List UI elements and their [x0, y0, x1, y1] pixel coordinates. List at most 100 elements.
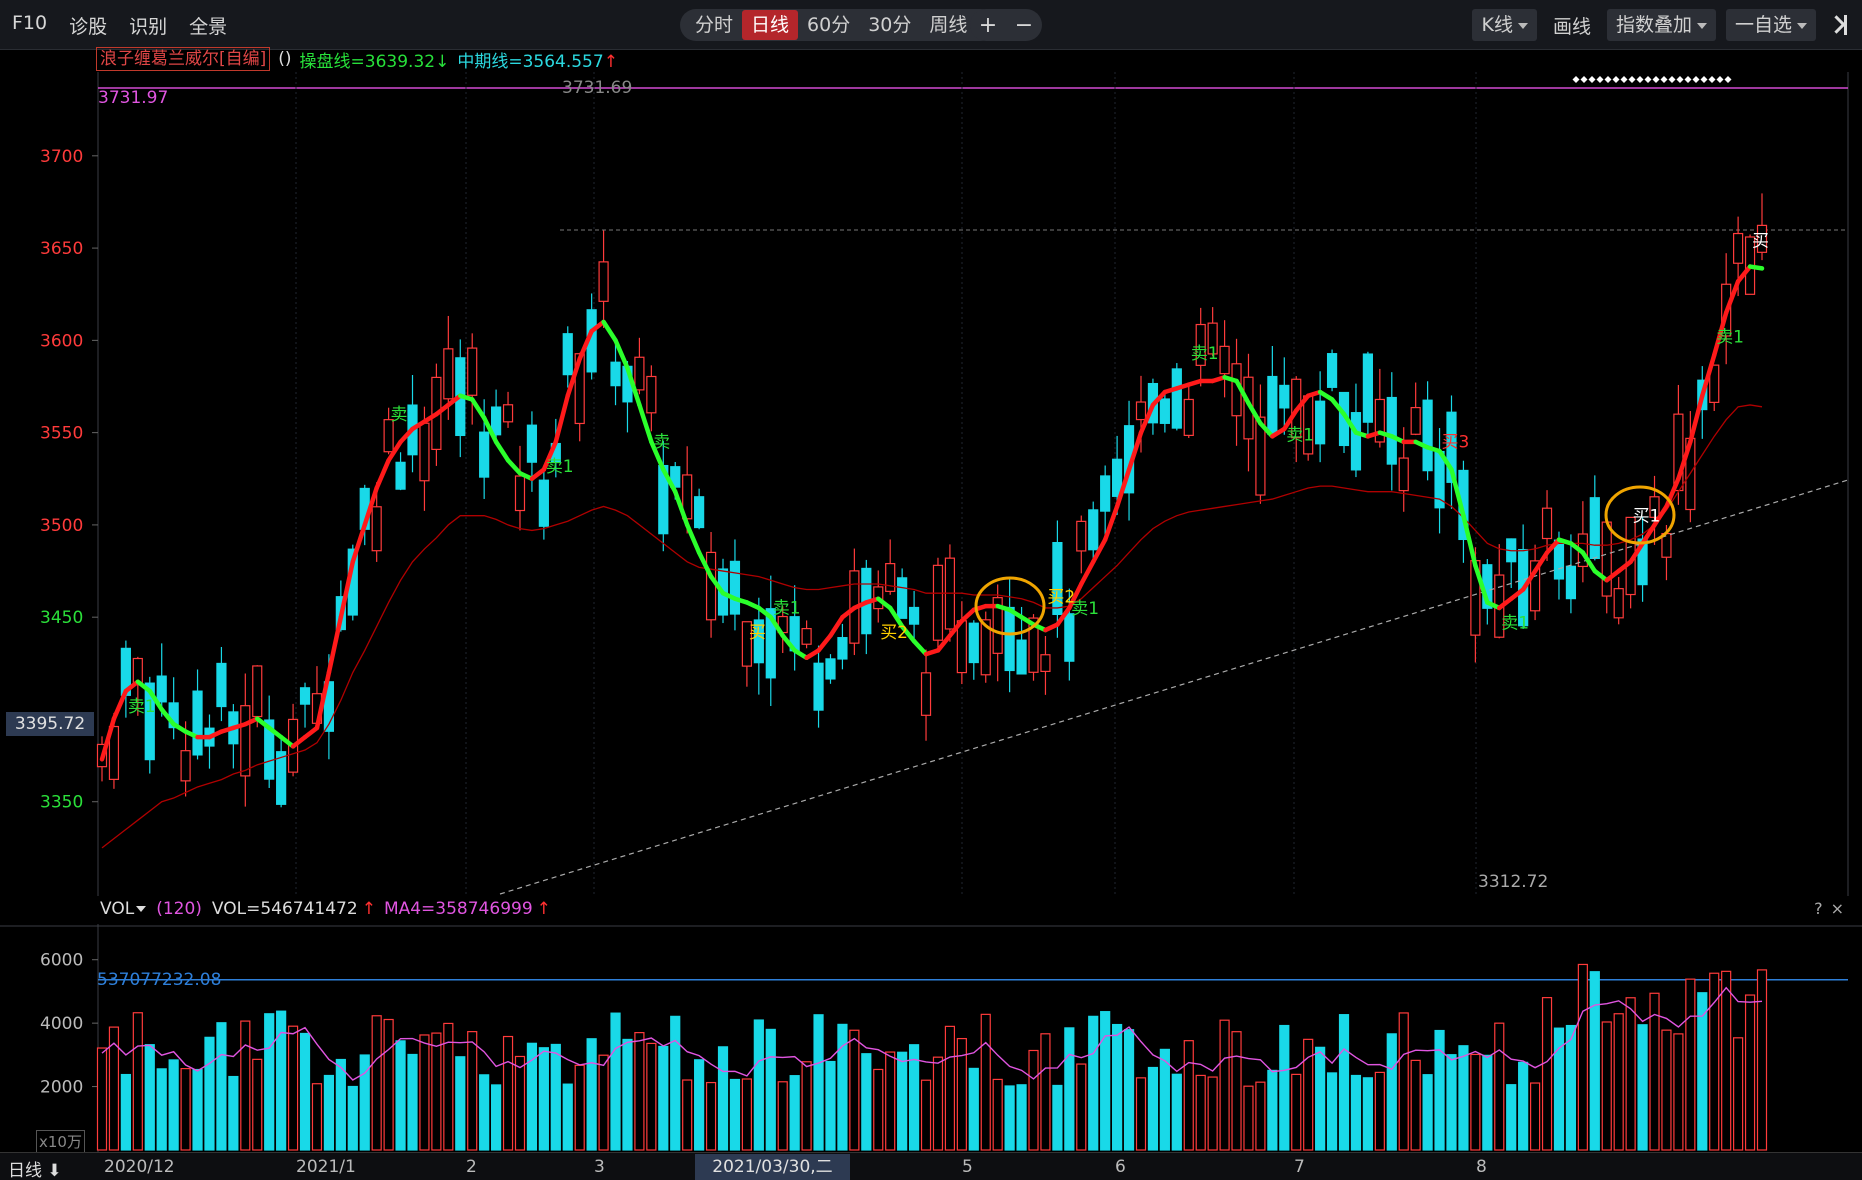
volume-bar — [980, 1013, 991, 1151]
volume-bar — [240, 1020, 251, 1151]
volume-bar — [550, 1043, 561, 1151]
volume-bar — [1733, 1037, 1744, 1151]
candle-body — [1565, 565, 1577, 600]
candle-body — [1386, 396, 1397, 465]
f10-button[interactable]: F10 — [12, 12, 47, 39]
kline-dropdown[interactable]: K线 — [1472, 9, 1537, 41]
arrow-down-icon: ⬇ — [47, 1161, 62, 1180]
volume-bar — [144, 1044, 155, 1151]
date-label: 8 — [1476, 1157, 1487, 1177]
signal-label: 卖1 — [1716, 328, 1744, 348]
diagnose-button[interactable]: 诊股 — [69, 12, 107, 39]
date-cursor-label: 2021/03/30,二 — [695, 1154, 850, 1180]
period-selector: 分时 日线 60分 30分 周线 — [680, 9, 998, 41]
period-60min-button[interactable]: 60分 — [798, 9, 859, 41]
volume-bar — [562, 1083, 573, 1151]
y-tick-label: 3450 — [40, 608, 83, 628]
volume-bar — [192, 1068, 203, 1151]
volume-bar — [1458, 1045, 1469, 1151]
volume-bar — [395, 1040, 406, 1151]
candle-body — [180, 750, 191, 782]
candle-body — [885, 563, 896, 592]
draw-line-button[interactable]: 画线 — [1547, 12, 1597, 39]
mid-line-arrow: ↑ — [603, 51, 618, 72]
candle-body — [1064, 613, 1075, 662]
volume-bar — [932, 1056, 944, 1151]
candle-body — [276, 751, 287, 805]
volume-bar — [849, 1029, 860, 1151]
volume-header: VOL (120) VOL=546741472 ↑ MA4=358746999 ↑ — [100, 899, 551, 919]
index-overlay-dropdown[interactable]: 指数叠加 — [1606, 9, 1716, 41]
indicator-name-dropdown[interactable]: 浪子缠葛兰威尔[自编] — [96, 47, 271, 71]
volume-bar — [1482, 1054, 1493, 1151]
volume-bar — [407, 1053, 418, 1151]
candle-body — [1267, 375, 1278, 435]
volume-bar — [1518, 1061, 1529, 1151]
volume-bar — [1577, 963, 1588, 1151]
candle-body — [1076, 520, 1087, 552]
period-toggle-button[interactable]: 日线 ⬇ — [8, 1156, 62, 1180]
zoom-in-icon[interactable]: + — [979, 13, 997, 38]
candle-body — [1398, 457, 1409, 492]
volume-bar — [705, 1081, 717, 1151]
volume-bar — [658, 1045, 669, 1151]
volume-bar — [264, 1013, 275, 1151]
chevron-down-icon — [136, 906, 147, 912]
signal-label: 买1 — [1633, 506, 1661, 526]
price-chart[interactable]: 3700365036003550350034503350卖1卖卖1卖买卖1买2买… — [0, 72, 1862, 896]
volume-bar — [335, 1058, 346, 1151]
volume-bar — [1685, 978, 1696, 1151]
candle-body — [932, 564, 944, 641]
candle-body — [562, 333, 573, 376]
candle-body — [1326, 353, 1338, 388]
volume-bar — [1195, 1074, 1206, 1151]
help-icon[interactable]: ? — [1814, 899, 1823, 918]
zoom-out-icon[interactable]: − — [1015, 13, 1033, 38]
volume-chart[interactable]: 6000 4000 2000 — [0, 924, 1862, 1152]
candle-body — [705, 551, 717, 621]
op-line-segment — [1747, 264, 1765, 271]
signal-label: 卖1 — [546, 457, 574, 477]
close-icon[interactable]: × — [1831, 899, 1844, 918]
volume-bar — [383, 1018, 394, 1151]
volume-bar — [1434, 1029, 1445, 1151]
zoom-group: + − — [970, 9, 1042, 41]
toolbar-right-group: K线 画线 指数叠加 一自选 — [1472, 9, 1850, 41]
candle-body — [1171, 368, 1182, 429]
volume-bar — [1362, 1077, 1373, 1151]
period-daily-button[interactable]: 日线 — [742, 10, 799, 40]
volume-bar — [729, 1078, 741, 1151]
volume-bar — [228, 1075, 239, 1151]
volume-bar — [1076, 1063, 1087, 1151]
volume-bar — [538, 1047, 549, 1151]
volume-bar — [1529, 1082, 1541, 1151]
volume-bar — [1123, 1029, 1135, 1151]
period-intraday-button[interactable]: 分时 — [686, 9, 742, 41]
candle-body — [1410, 406, 1421, 435]
watchlist-dropdown[interactable]: 一自选 — [1725, 9, 1816, 41]
volume-value: VOL=546741472 — [211, 899, 358, 919]
candle-body — [837, 637, 848, 660]
volume-bar — [1219, 1019, 1230, 1151]
collapse-panel-icon[interactable] — [1826, 9, 1850, 41]
period-30min-button[interactable]: 30分 — [859, 9, 920, 41]
volume-bar — [1326, 1072, 1338, 1151]
date-label: 5 — [962, 1157, 973, 1177]
recognize-button[interactable]: 识别 — [129, 12, 167, 39]
high-price-label-left: 3731.97 — [98, 88, 169, 108]
volume-bar — [1506, 1084, 1517, 1151]
volume-bar — [1470, 1053, 1481, 1151]
volume-bar — [789, 1075, 800, 1151]
volume-bar — [1565, 1024, 1577, 1151]
y-tick-label: 3700 — [40, 147, 83, 167]
candle-body — [1016, 639, 1027, 675]
volume-bar — [717, 1046, 729, 1151]
date-label: 3 — [594, 1157, 605, 1177]
candle-body — [1422, 399, 1433, 472]
volume-bar — [1386, 1033, 1397, 1151]
candle-body — [1589, 497, 1600, 560]
volume-indicator-dropdown[interactable]: VOL — [100, 899, 152, 919]
volume-ma4-arrow: ↑ — [536, 899, 551, 919]
panorama-button[interactable]: 全景 — [189, 12, 227, 39]
volume-y-tick-label: 2000 — [40, 1078, 83, 1098]
